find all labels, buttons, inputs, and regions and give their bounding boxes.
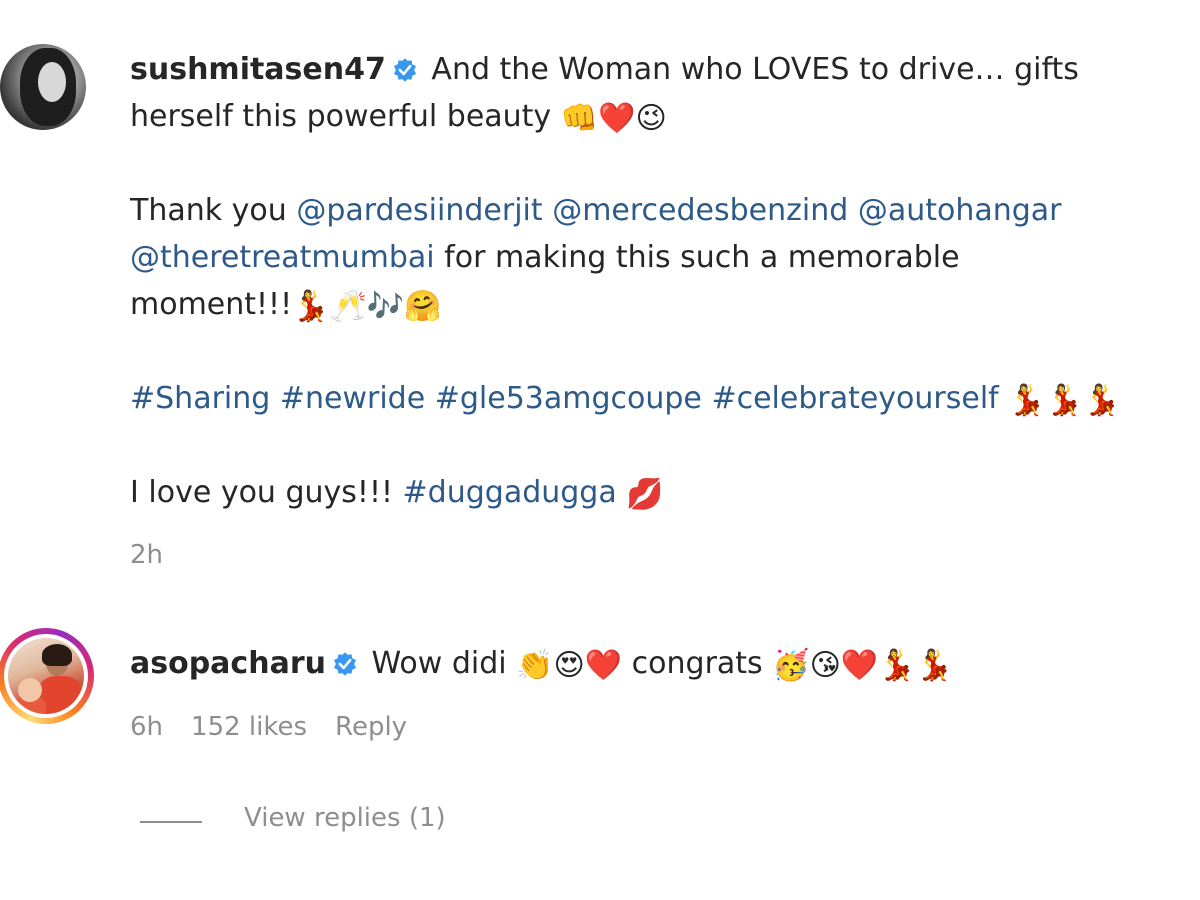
caption-line-2: herself this powerful beauty 👊❤️😉: [130, 93, 1190, 140]
caption-moment-line: moment!!!💃🥂🎶🤗: [130, 281, 1190, 328]
caption-thanks-line: Thank you @pardesiinderjit @mercedesbenz…: [130, 187, 1190, 234]
comment-emojis-1: 👏😍❤️: [516, 648, 623, 683]
verified-badge-icon: [333, 652, 357, 676]
caption-love-line: I love you guys!!! #duggadugga 💋: [130, 469, 1190, 516]
hashtag-duggadugga[interactable]: #duggadugga: [403, 475, 617, 510]
avatar-asopacharu[interactable]: [0, 628, 94, 724]
view-replies-line: [140, 821, 202, 823]
caption-emojis-1: 👊❤️😉: [560, 101, 667, 136]
comment-meta: 6h 152 likes Reply: [130, 712, 435, 742]
mention-pardesiinderjit[interactable]: @pardesiinderjit: [296, 193, 542, 228]
comment-username[interactable]: asopacharu: [130, 646, 326, 681]
comment-text-mid: congrats: [622, 646, 773, 681]
view-replies-label[interactable]: View replies (1): [244, 803, 446, 833]
love-text: I love you guys!!!: [130, 475, 403, 510]
caption-line1-text: And the Woman who LOVES to drive… gifts: [431, 52, 1079, 87]
mention-mercedesbenzind[interactable]: @mercedesbenzind: [552, 193, 848, 228]
post-username[interactable]: sushmitasen47: [130, 52, 386, 87]
hashtag-sharing[interactable]: #Sharing: [130, 381, 270, 416]
moment-text: moment!!!: [130, 287, 293, 322]
hashtag-newride[interactable]: #newride: [280, 381, 425, 416]
avatar-face: [38, 62, 66, 102]
avatar-photo-hair: [42, 644, 72, 666]
caption-emojis-3: 💃💃💃: [1008, 383, 1121, 418]
avatar-photo-baby: [18, 678, 42, 702]
comment-thread: sushmitasen47 And the Woman who LOVES to…: [0, 0, 1200, 900]
comment-text: asopacharu Wow didi 👏😍❤️ congrats 🥳😘❤️💃💃: [130, 640, 1190, 687]
thanks-suffix: for making this such a memorable: [434, 240, 960, 275]
caption-emoji-kiss: 💋: [626, 477, 664, 512]
caption-thanks-line-2: @theretreatmumbai for making this such a…: [130, 234, 1190, 281]
comment-emojis-2: 🥳😘❤️💃💃: [772, 648, 953, 683]
mention-theretreatmumbai[interactable]: @theretreatmumbai: [130, 240, 435, 275]
comment-text-prefix: Wow didi: [371, 646, 517, 681]
hashtag-gle53amgcoupe[interactable]: #gle53amgcoupe: [435, 381, 702, 416]
caption-line-1: sushmitasen47 And the Woman who LOVES to…: [130, 46, 1190, 93]
caption-text: sushmitasen47 And the Woman who LOVES to…: [130, 46, 1190, 516]
hashtag-celebrateyourself[interactable]: #celebrateyourself: [711, 381, 998, 416]
post-timestamp[interactable]: 2h: [130, 540, 163, 570]
caption-hashtag-line: #Sharing #newride #gle53amgcoupe #celebr…: [130, 375, 1190, 422]
mention-autohangar[interactable]: @autohangar: [858, 193, 1062, 228]
comment-timestamp[interactable]: 6h: [130, 712, 163, 742]
verified-badge-icon: [393, 58, 416, 82]
comment-likes[interactable]: 152 likes: [191, 712, 307, 742]
avatar-photo: [8, 638, 84, 714]
avatar-sushmitasen47[interactable]: [0, 44, 86, 130]
caption-line2-text: herself this powerful beauty: [130, 99, 552, 134]
post-meta: 2h: [130, 540, 191, 570]
reply-button[interactable]: Reply: [335, 712, 407, 742]
caption-emojis-2: 💃🥂🎶🤗: [292, 289, 442, 324]
thanks-prefix: Thank you: [130, 193, 297, 228]
